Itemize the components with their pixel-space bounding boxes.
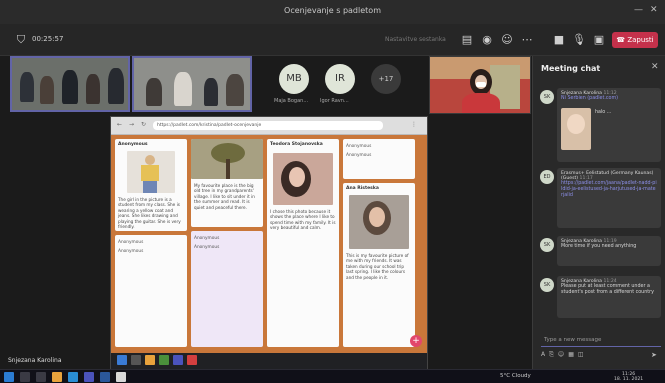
shared-screen[interactable]: ← → ↻ https://padlet.com/kristina/padlet…: [110, 116, 428, 370]
post-author: Anonymous: [118, 142, 148, 147]
post-image: [273, 153, 333, 205]
comment-author: Anonymous: [118, 240, 144, 245]
comment-author: Anonymous: [346, 144, 372, 149]
padlet-comments: Anonymous Anonymous: [191, 231, 263, 347]
windows-taskbar: 5°C Cloudy 11:26 18. 11. 2021: [0, 369, 665, 383]
message-image[interactable]: [561, 108, 591, 150]
search-icon[interactable]: [20, 372, 30, 382]
edge-icon[interactable]: [68, 372, 78, 382]
chat-icon[interactable]: ◉: [480, 33, 494, 47]
window-title: Ocenjevanje s padletom: [284, 6, 381, 15]
comment-author: Anonymous: [346, 153, 372, 158]
people-icon[interactable]: ▤: [460, 33, 474, 47]
chat-message: Snjezana Karolina 11:19 More time if you…: [557, 236, 661, 266]
video-tile-classroom-1[interactable]: [10, 56, 130, 112]
comment-author: Anonymous: [194, 236, 220, 241]
title-bar: Ocenjevanje s padletom — ✕: [0, 0, 665, 24]
emoji-icon[interactable]: ☺: [558, 351, 568, 358]
format-icon[interactable]: A: [541, 351, 549, 358]
padlet-comments: Anonymous Anonymous: [343, 139, 415, 179]
comment-author: Anonymous: [118, 249, 144, 254]
padlet-post[interactable]: My favourite place is the big old tree i…: [191, 139, 263, 227]
chrome-icon[interactable]: [116, 372, 126, 382]
padlet-post[interactable]: Anonymous The girl in the picture is a s…: [115, 139, 187, 231]
chat-title: Meeting chat: [541, 64, 601, 73]
weather-widget[interactable]: 5°C Cloudy: [500, 373, 531, 379]
chat-message: Erasmus+ Eelistatud (Germany Kaunas) (Gu…: [557, 168, 661, 228]
avatar: SK: [540, 278, 554, 292]
share-icon[interactable]: ▣: [592, 33, 606, 47]
shield-icon: ⛉: [16, 33, 26, 46]
compose-toolbar: A⎘☺▦◫: [541, 351, 588, 359]
video-tile-classroom-2[interactable]: [132, 56, 252, 112]
system-clock[interactable]: 11:26 18. 11. 2021: [614, 372, 643, 382]
back-icon[interactable]: ←: [117, 121, 122, 128]
teams-icon[interactable]: [84, 372, 94, 382]
padlet-post[interactable]: Teodora Stojanovska I chose this photo b…: [267, 139, 339, 347]
browser-menu-icon[interactable]: ⋮: [411, 121, 417, 128]
chat-message: Snjezana Karolina 11:12 Ni Serbien (padl…: [557, 88, 661, 162]
more-participants-button[interactable]: +17: [371, 64, 401, 94]
post-text: The girl in the picture is a student fro…: [118, 197, 181, 230]
padlet-comments: Anonymous Anonymous: [115, 235, 187, 347]
gif-icon[interactable]: ▦: [568, 351, 578, 358]
microphone-icon[interactable]: 🎙: [572, 33, 586, 47]
message-link[interactable]: Ni Serbien (padlet.com): [561, 96, 657, 102]
avatar: SK: [540, 238, 554, 252]
comment-author: Anonymous: [194, 245, 220, 250]
message-body: Please put at least comment under a stud…: [561, 284, 654, 296]
url-bar[interactable]: https://padlet.com/kristina/padlet-ocenj…: [153, 121, 383, 130]
meeting-timer: 00:25:57: [32, 35, 64, 43]
avatar[interactable]: IR: [325, 64, 355, 94]
post-text: My favourite place is the big old tree i…: [194, 183, 255, 210]
leave-button[interactable]: ☎ Zapusti: [612, 32, 658, 48]
file-explorer-icon[interactable]: [52, 372, 62, 382]
post-image: [349, 195, 409, 249]
shared-screen-taskbar: [111, 353, 427, 369]
phone-icon: ☎: [616, 36, 628, 44]
word-icon[interactable]: [100, 372, 110, 382]
video-tile-teacher[interactable]: [429, 56, 531, 114]
participant-name: Igor Ravn...: [320, 98, 349, 104]
chat-compose-input[interactable]: Type a new message: [541, 333, 661, 347]
avatar: ED: [540, 170, 554, 184]
clock-date: 18. 11. 2021: [614, 377, 644, 382]
forward-icon[interactable]: →: [129, 121, 134, 128]
avatar[interactable]: MB: [279, 64, 309, 94]
meeting-chat-panel: Meeting chat ✕ SK Snjezana Karolina 11:1…: [532, 56, 665, 369]
add-post-button[interactable]: +: [410, 335, 422, 347]
task-view-icon[interactable]: [36, 372, 46, 382]
start-icon[interactable]: [4, 372, 14, 382]
chat-message: Snjezana Karolina 11:24 Please put at le…: [557, 276, 661, 318]
presenter-name: Snjezana Karolina: [8, 357, 62, 364]
attach-icon[interactable]: ⎘: [549, 351, 558, 358]
close-icon[interactable]: ✕: [650, 5, 658, 15]
post-text: I chose this photo because it shows the …: [270, 209, 336, 231]
sticker-icon[interactable]: ◫: [578, 351, 588, 358]
message-image-caption: halo ...: [595, 110, 612, 115]
close-icon[interactable]: ✕: [651, 62, 659, 72]
leave-label: Zapusti: [627, 36, 654, 44]
avatar: SK: [540, 90, 554, 104]
send-icon[interactable]: ➤: [651, 351, 657, 359]
post-author: Teodora Stojanovska: [270, 142, 323, 147]
participant-name: Maja Bogan...: [274, 98, 309, 104]
message-sender: Erasmus+ Eelistatud (Germany Kaunas) (Gu…: [561, 171, 654, 181]
more-options-icon[interactable]: ⋯: [520, 33, 534, 47]
meeting-status-text: Nastavitve sestanka: [385, 36, 446, 43]
post-text: This is my favourite picture of me with …: [346, 253, 409, 280]
message-body: More time if you need anything: [561, 244, 637, 249]
minimize-icon[interactable]: —: [634, 5, 643, 15]
post-author: Ana Risteska: [346, 186, 379, 191]
post-image: [127, 151, 175, 193]
reactions-icon[interactable]: ☺: [500, 33, 514, 47]
padlet-post[interactable]: Ana Risteska This is my favourite pictur…: [343, 183, 415, 347]
post-image: [191, 139, 263, 179]
message-link[interactable]: https://padlet.com/jaana/padlet-nadd-pil…: [561, 181, 657, 200]
camera-icon[interactable]: ■: [552, 33, 566, 47]
reload-icon[interactable]: ↻: [141, 121, 146, 128]
padlet-board: Anonymous The girl in the picture is a s…: [111, 135, 427, 353]
meeting-toolbar: ⛉ 00:25:57 Nastavitve sestanka ▤ ◉ ☺ ⋯ ■…: [0, 24, 665, 56]
browser-toolbar: ← → ↻ https://padlet.com/kristina/padlet…: [111, 117, 427, 135]
